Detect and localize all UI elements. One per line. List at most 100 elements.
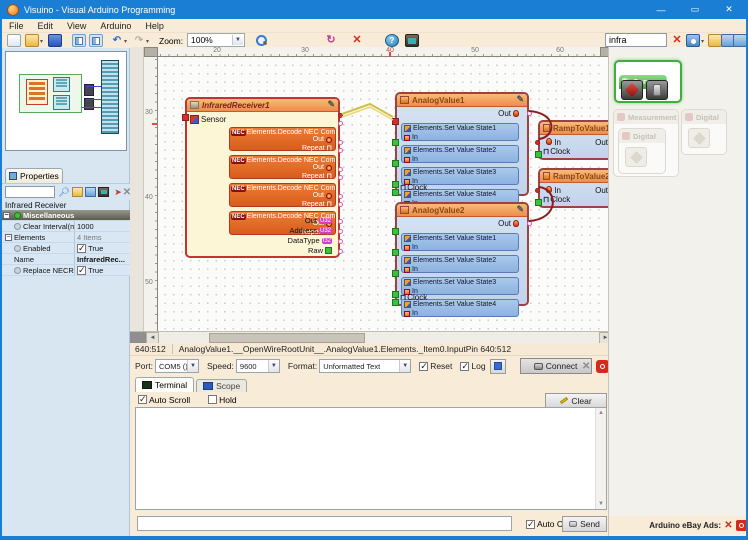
zoom-in-icon[interactable] xyxy=(254,34,268,47)
save-project-icon[interactable] xyxy=(48,34,62,47)
filter-icon[interactable]: 🔎︎ xyxy=(58,186,70,198)
nec-element-1[interactable]: NECElements.Decode NEC Command1 Out Repe… xyxy=(229,127,336,151)
toggle-right-panel-icon[interactable] xyxy=(89,34,103,47)
expand-properties-icon[interactable] xyxy=(72,187,83,197)
component-infrared-remote[interactable] xyxy=(646,80,668,100)
open-project-icon[interactable] xyxy=(25,34,39,47)
repeat-pin-cmd3[interactable] xyxy=(338,175,343,180)
ramp1-in-pin[interactable] xyxy=(535,140,540,145)
block-analog-value-2[interactable]: AnalogValue2 ✎ Out Elements.Set Value St… xyxy=(395,202,529,306)
log-file-button[interactable] xyxy=(490,359,506,374)
state3-in-pin[interactable] xyxy=(392,270,399,277)
reset-checkbox[interactable] xyxy=(419,362,428,371)
property-value[interactable]: True xyxy=(74,243,130,253)
redo-icon[interactable]: ↷ xyxy=(132,34,146,47)
new-project-icon[interactable] xyxy=(7,34,21,47)
collapse-properties-icon[interactable] xyxy=(85,187,96,197)
overview-map[interactable] xyxy=(5,51,127,151)
edit-pencil-icon[interactable]: ✎ xyxy=(516,204,524,215)
nec-element-2[interactable]: NECElements.Decode NEC Command2 Out Repe… xyxy=(229,155,336,179)
terminal-output[interactable]: ▲ ▼ xyxy=(135,407,607,510)
menu-file[interactable]: File xyxy=(2,21,31,31)
close-ads-icon[interactable]: ✕ xyxy=(723,520,734,531)
toggle-left-panel-icon[interactable] xyxy=(72,34,86,47)
out-value-pin[interactable] xyxy=(338,219,343,224)
replace-necrepeat-checkbox[interactable] xyxy=(77,266,86,275)
menu-help[interactable]: Help xyxy=(138,21,171,31)
help-icon[interactable]: ? xyxy=(385,34,399,47)
hold-checkbox[interactable] xyxy=(208,395,217,404)
property-value[interactable]: 4 Items xyxy=(74,232,130,242)
nec-element-3[interactable]: NECElements.Decode NEC Command3 Out Repe… xyxy=(229,183,336,207)
block-analog-value-1[interactable]: AnalogValue1 ✎ Out Elements.Set Value St… xyxy=(395,92,529,196)
property-value[interactable]: True xyxy=(74,265,130,275)
compile-icon[interactable]: ↻ xyxy=(324,34,338,47)
clock-in-pin[interactable] xyxy=(535,199,542,206)
set-value-element-1[interactable]: Elements.Set Value State1 In xyxy=(401,123,519,141)
block-ramp-to-value-2[interactable]: RampToValue2 In Out ⊓ Clock xyxy=(538,168,612,208)
out-pin-cmd1[interactable] xyxy=(338,113,343,118)
speed-select[interactable]: 9600▼ xyxy=(236,359,280,373)
zoom-dropdown-icon[interactable]: ▼ xyxy=(232,35,243,45)
categorize-icon[interactable] xyxy=(98,187,109,197)
format-select[interactable]: Unformatted Text▼ xyxy=(319,359,411,373)
select-mode-dropdown-icon[interactable]: ▾ xyxy=(701,38,704,45)
category-measurement[interactable]: Measurement Digital xyxy=(613,109,679,177)
category-communication[interactable]: Communication xyxy=(614,60,682,103)
component-infrared-receiver[interactable] xyxy=(621,80,643,100)
repeat-pin-cmd1[interactable] xyxy=(338,121,343,126)
tab-scope[interactable]: Scope xyxy=(196,379,247,392)
terminal-scrollbar[interactable]: ▲ ▼ xyxy=(595,408,606,509)
delete-icon[interactable]: ✕ xyxy=(350,34,364,47)
auto-scroll-checkbox[interactable] xyxy=(138,395,147,404)
state2-in-pin[interactable] xyxy=(392,249,399,256)
scrollbar-thumb[interactable] xyxy=(209,333,365,343)
state4-in-pin[interactable] xyxy=(392,181,399,188)
edit-pencil-icon[interactable]: ✎ xyxy=(516,94,524,105)
repeat-pin-cmd4[interactable] xyxy=(338,202,343,207)
maximize-button[interactable]: ▭ xyxy=(678,0,712,19)
menu-edit[interactable]: Edit xyxy=(31,21,61,31)
clock-in-pin[interactable] xyxy=(392,299,399,306)
state2-in-pin[interactable] xyxy=(392,139,399,146)
hold-row[interactable]: Hold xyxy=(208,395,236,405)
raw-pin[interactable] xyxy=(338,249,343,254)
clear-search-icon[interactable]: ✕ xyxy=(670,34,684,47)
canvas-horizontal-scrollbar[interactable]: ◄ ► xyxy=(130,331,612,343)
send-button[interactable]: Send xyxy=(562,516,607,532)
block-header[interactable]: AnalogValue2 ✎ xyxy=(397,204,527,217)
connect-button[interactable]: Connect xyxy=(520,358,592,374)
analog1-out-pin[interactable] xyxy=(527,111,532,116)
menu-arduino[interactable]: Arduino xyxy=(93,21,138,31)
state1-in-pin[interactable] xyxy=(392,228,399,235)
property-value[interactable]: 1000 xyxy=(74,221,130,231)
sensor-input-pin[interactable] xyxy=(182,114,189,121)
tab-properties[interactable]: Properties xyxy=(5,168,63,183)
block-header[interactable]: RampToValue1 xyxy=(540,122,612,135)
log-checkbox[interactable] xyxy=(460,362,469,371)
property-filter-input[interactable] xyxy=(5,186,55,198)
property-category-row[interactable]: − Miscellaneous xyxy=(2,210,130,221)
component-search-input[interactable] xyxy=(605,33,667,47)
analog2-out-pin[interactable] xyxy=(527,221,532,226)
collapse-all-icon[interactable] xyxy=(733,34,747,47)
clear-button[interactable]: Clear xyxy=(545,393,607,408)
out-pin-cmd4[interactable] xyxy=(338,194,343,199)
state1-in-pin[interactable] xyxy=(392,118,399,125)
clock-in-pin[interactable] xyxy=(392,189,399,196)
auto-clear-checkbox[interactable] xyxy=(526,520,535,529)
set-value-element-1[interactable]: Elements.Set Value State1 In xyxy=(401,233,519,251)
open-dropdown-icon[interactable]: ▾ xyxy=(40,38,43,45)
block-infrared-receiver[interactable]: InfraredReceiver1 ✎ Sensor NECElements.D… xyxy=(185,97,340,258)
undo-icon[interactable]: ↶ xyxy=(110,34,124,47)
edit-pencil-icon[interactable]: ✎ xyxy=(327,99,335,110)
board-select-icon[interactable] xyxy=(405,34,419,47)
minimize-button[interactable]: — xyxy=(644,0,678,19)
send-input[interactable] xyxy=(137,516,512,531)
set-value-element-2[interactable]: Elements.Set Value State2 In xyxy=(401,145,519,163)
block-ramp-to-value-1[interactable]: RampToValue1 In Out ⊓ Clock xyxy=(538,120,612,160)
reset-checkbox-row[interactable]: Reset xyxy=(419,361,452,371)
property-value[interactable]: InfraredRec... xyxy=(74,254,130,264)
menu-view[interactable]: View xyxy=(60,21,93,31)
block-header[interactable]: RampToValue2 xyxy=(540,170,612,183)
